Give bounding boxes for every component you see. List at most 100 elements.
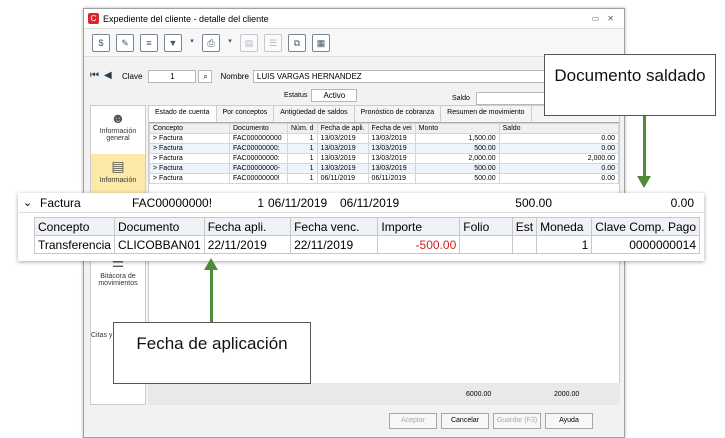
- detail-row[interactable]: Transferencia CLICOBBAN01 22/11/2019 22/…: [34, 235, 700, 254]
- table-cell: FAC000000000: [229, 133, 288, 144]
- row-fecha-venc: 06/11/2019: [340, 195, 400, 210]
- table-cell: 13/03/2019: [367, 153, 416, 164]
- tab-resumen[interactable]: Resumen de movimiento: [441, 106, 532, 122]
- col-fecha-venc[interactable]: Fecha de vei: [367, 123, 416, 134]
- detail-col-folio[interactable]: Folio: [459, 217, 513, 236]
- sidebar-item-general[interactable]: ☻ Información general: [91, 106, 145, 154]
- tab-estado-de-cuenta[interactable]: Estado de cuenta: [149, 106, 217, 122]
- detail-col-importe[interactable]: Importe: [377, 217, 461, 236]
- estatus-field: Activo: [311, 89, 358, 102]
- first-record-icon[interactable]: ⏮: [90, 70, 104, 82]
- cancel-button[interactable]: Cancelar: [441, 413, 489, 429]
- title-bar: C Expediente del cliente - detalle del c…: [84, 9, 624, 29]
- callout-fecha-aplicacion: Fecha de aplicación: [113, 322, 311, 384]
- detail-clave: 0000000014: [591, 235, 700, 254]
- detail-concepto: Transferencia: [34, 235, 115, 254]
- nombre-label: Nombre: [220, 71, 249, 81]
- help-button[interactable]: Ayuda: [545, 413, 593, 429]
- table-cell: 500.00: [414, 173, 500, 184]
- chevron-down-icon[interactable]: ⌄: [18, 196, 36, 209]
- table-cell: > Factura: [149, 133, 230, 144]
- detail-col-documento[interactable]: Documento: [113, 217, 205, 236]
- table-cell: FAC00000000-: [229, 163, 288, 174]
- table-cell: 2,000.00: [414, 153, 500, 164]
- document-icon[interactable]: ≡: [140, 33, 158, 52]
- footer-buttons: Aceptar Cancelar Guardar (F3) Ayuda: [389, 413, 593, 429]
- detail-fecha-apli: 22/11/2019: [203, 235, 292, 254]
- edit-document-icon[interactable]: ✎: [116, 33, 134, 52]
- arrow-down-icon: [637, 176, 651, 188]
- clave-label: Clave: [122, 71, 143, 81]
- table-cell: > Factura: [149, 143, 230, 154]
- report-icon[interactable]: ▦: [312, 33, 330, 52]
- table-cell: 0.00: [498, 163, 620, 174]
- detail-col-fecha-apli[interactable]: Fecha apli.: [203, 217, 292, 236]
- filter-icon[interactable]: ▼: [164, 33, 182, 52]
- new-document-icon[interactable]: $: [92, 33, 110, 52]
- detail-col-clave[interactable]: Clave Comp. Pago: [591, 217, 700, 236]
- total-saldo: 2000.00: [554, 390, 580, 398]
- chevron-down-icon[interactable]: ▾: [188, 34, 196, 52]
- table-cell: 0.00: [498, 143, 620, 154]
- previous-record-icon[interactable]: ◀: [104, 70, 118, 82]
- table-cell: 2,000.00: [498, 153, 620, 164]
- detail-col-concepto[interactable]: Concepto: [34, 217, 115, 236]
- export-icon[interactable]: ▤: [240, 33, 258, 52]
- nombre-field[interactable]: LUIS VARGAS HERNANDEZ: [252, 69, 565, 83]
- table-cell: 13/03/2019: [367, 143, 416, 154]
- table-cell: 13/03/2019: [316, 143, 369, 154]
- search-icon[interactable]: ⌕: [198, 69, 213, 83]
- table-row[interactable]: > Factura FAC00000000! 1 06/11/2019 06/11/20…: [149, 173, 620, 184]
- clave-field[interactable]: 1: [148, 69, 197, 83]
- total-monto: 6000.00: [466, 390, 492, 398]
- table-row[interactable]: > Factura FAC00000000- 1 13/03/2019 13/03/20…: [149, 163, 620, 174]
- table-cell: 06/11/2019: [367, 173, 416, 184]
- col-fecha-apli[interactable]: Fecha de apli.: [316, 123, 369, 134]
- table-cell: 500.00: [414, 143, 500, 154]
- row-documento: FAC00000000!: [132, 195, 213, 210]
- close-icon[interactable]: ✕: [607, 14, 614, 23]
- callout-arrow-fecha: [210, 268, 213, 322]
- tab-por-conceptos[interactable]: Por conceptos: [217, 106, 275, 122]
- callout-arrow-saldado: [643, 116, 646, 180]
- expanded-invoice-row[interactable]: ⌄ Factura FAC00000000! 1 06/11/2019 06/1…: [18, 193, 704, 213]
- chevron-down-icon[interactable]: ▾: [226, 34, 234, 52]
- table-row[interactable]: > Factura FAC000000000 1 13/03/2019 13/03/20…: [149, 133, 620, 144]
- totals-bar: 6000.00 2000.00: [148, 383, 620, 405]
- table-cell: 1,500.00: [414, 133, 500, 144]
- toolbar: $ ✎ ≡ ▼ ▾ ⎙ ▾ ▤ ☰ ⧉ ▦: [84, 29, 624, 57]
- table-cell: 500.00: [414, 163, 500, 174]
- col-saldo[interactable]: Saldo: [498, 123, 620, 134]
- detail-folio: [459, 235, 513, 254]
- list-icon[interactable]: ☰: [264, 33, 282, 52]
- row-saldo: 0.00: [670, 195, 694, 210]
- user-icon: ☻: [110, 110, 126, 126]
- restore-icon[interactable]: ▭: [592, 14, 600, 23]
- table-cell: 0.00: [498, 133, 620, 144]
- save-button[interactable]: Guardar (F3): [493, 413, 541, 429]
- grid-header-row: Concepto Documento Núm. d Fecha de apli.…: [149, 123, 620, 134]
- sidebar-item-label: Citas y: [91, 332, 113, 339]
- col-documento[interactable]: Documento: [229, 123, 288, 134]
- tab-pronostico[interactable]: Pronóstico de cobranza: [355, 106, 442, 122]
- table-row[interactable]: > Factura FAC00000000: 1 13/03/2019 13/03/20…: [149, 153, 620, 164]
- table-cell: 13/03/2019: [367, 163, 416, 174]
- detail-col-moneda[interactable]: Moneda: [536, 217, 593, 236]
- col-monto[interactable]: Monto: [414, 123, 500, 134]
- col-concepto[interactable]: Concepto: [149, 123, 230, 134]
- table-cell: FAC00000000:: [229, 153, 288, 164]
- detail-col-fecha-venc[interactable]: Fecha venc.: [290, 217, 379, 236]
- table-row[interactable]: > Factura FAC00000000: 1 13/03/2019 13/03/20…: [149, 143, 620, 154]
- saldo-label: Saldo: [452, 95, 470, 102]
- tab-antiguedad[interactable]: Antigüedad de saldos: [274, 106, 355, 122]
- copy-icon[interactable]: ⧉: [288, 33, 306, 52]
- detail-documento: CLICOBBAN01: [113, 235, 205, 254]
- accept-button[interactable]: Aceptar: [389, 413, 437, 429]
- detail-col-est[interactable]: Est: [511, 217, 538, 236]
- row-num: 1: [257, 195, 264, 210]
- arrow-up-icon: [204, 258, 218, 270]
- print-icon[interactable]: ⎙: [202, 33, 220, 52]
- detail-moneda: 1: [536, 235, 593, 254]
- table-cell: 0.00: [498, 173, 620, 184]
- col-num[interactable]: Núm. d: [287, 123, 318, 134]
